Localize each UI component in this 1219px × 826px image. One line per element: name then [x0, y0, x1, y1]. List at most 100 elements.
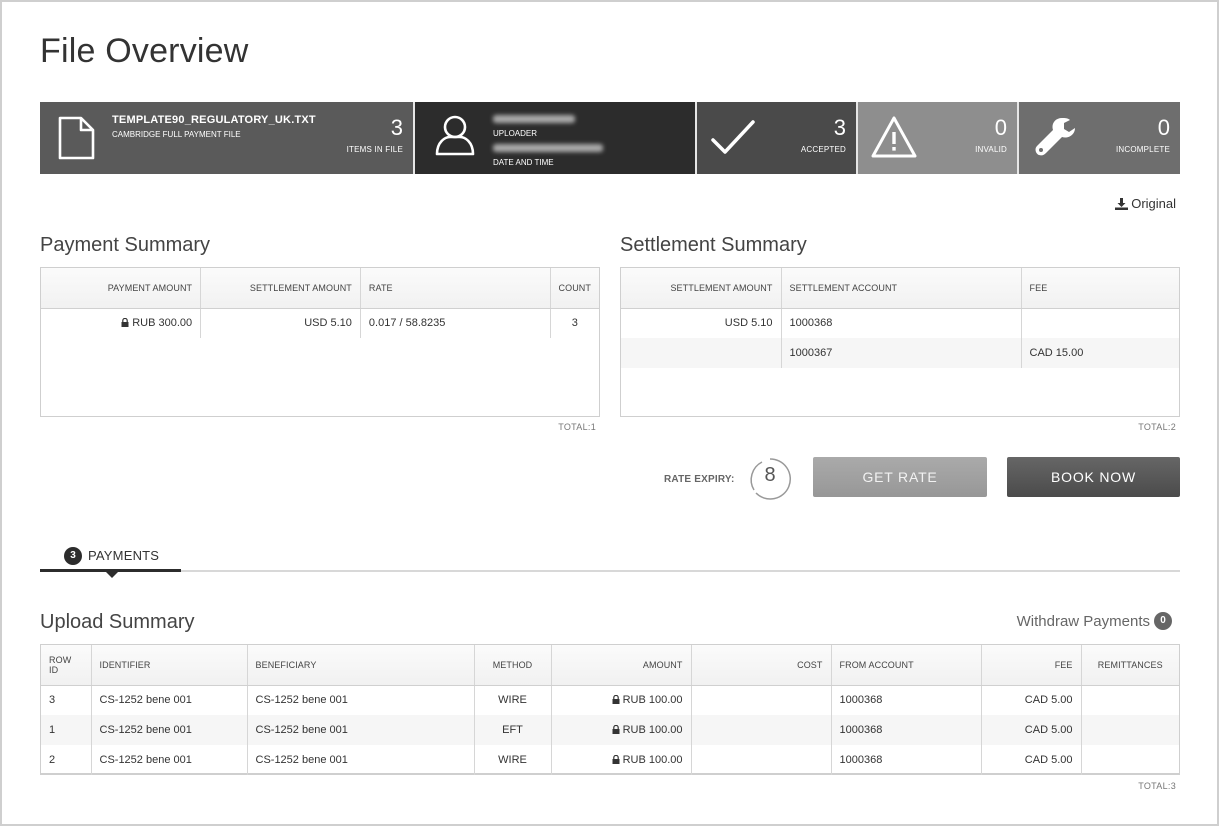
get-rate-button[interactable]: GET RATE [813, 457, 987, 497]
column-header-amount[interactable]: AMOUNT [551, 645, 692, 686]
download-original-link[interactable]: Original [1115, 196, 1176, 211]
page-title: File Overview [40, 32, 249, 70]
column-header-payment-amount[interactable]: PAYMENT AMOUNT [41, 268, 202, 309]
lock-icon [612, 695, 620, 705]
file-subtitle: CAMBRIDGE FULL PAYMENT FILE [112, 130, 241, 139]
column-header-row-id[interactable]: ROW ID [41, 645, 92, 686]
lock-icon [612, 755, 620, 764]
uploader-tile: UPLOADER DATE AND TIME [415, 102, 697, 174]
incomplete-label: INCOMPLETE [1115, 145, 1170, 154]
accepted-count: 3 [833, 115, 846, 140]
fee-cell: CAD 5.00 [981, 715, 1082, 745]
column-header-remittances[interactable]: REMITTANCES [1081, 645, 1179, 686]
column-header-cost[interactable]: COST [691, 645, 832, 686]
items-in-file-label: ITEMS IN FILE [346, 145, 403, 154]
from-account-cell: 1000368 [831, 685, 982, 715]
table-header-row: SETTLEMENT AMOUNT SETTLEMENT ACCOUNT FEE [621, 268, 1179, 309]
column-header-settlement-amount[interactable]: SETTLEMENT AMOUNT [621, 268, 782, 309]
wrench-icon [1035, 118, 1075, 156]
file-stats-bar: TEMPLATE90_REGULATORY_UK.TXT CAMBRIDGE F… [40, 102, 1180, 174]
identifier-cell: CS-1252 bene 001 [91, 715, 248, 745]
column-header-identifier[interactable]: IDENTIFIER [91, 645, 248, 686]
column-header-fee[interactable]: FEE [981, 645, 1082, 686]
table-header-row: PAYMENT AMOUNT SETTLEMENT AMOUNT RATE CO… [41, 268, 599, 309]
fee-cell [1021, 308, 1179, 338]
tab-payments[interactable]: 3 PAYMENTS [40, 542, 181, 572]
method-cell: EFT [474, 715, 552, 745]
lock-icon [121, 318, 129, 328]
from-account-cell: 1000368 [831, 745, 982, 775]
invalid-label: INVALID [975, 145, 1007, 154]
upload-datetime-redacted [493, 144, 603, 152]
count-cell: 3 [571, 317, 578, 330]
book-now-button[interactable]: BOOK NOW [1007, 457, 1180, 497]
settlement-summary-total: TOTAL:2 [1138, 422, 1176, 432]
table-row[interactable]: 3 CS-1252 bene 001 CS-1252 bene 001 WIRE… [41, 685, 1179, 715]
table-row: 1000367 CAD 15.00 [621, 338, 1179, 368]
upload-summary-total: TOTAL:3 [1138, 781, 1176, 791]
column-header-settlement-account[interactable]: SETTLEMENT ACCOUNT [781, 268, 1022, 309]
column-header-beneficiary[interactable]: BENEFICIARY [247, 645, 475, 686]
invalid-count: 0 [994, 115, 1007, 140]
column-header-from-account[interactable]: FROM ACCOUNT [831, 645, 982, 686]
withdraw-payments-button[interactable]: Withdraw Payments 0 [1017, 612, 1172, 630]
incomplete-tile: 0 INCOMPLETE [1019, 102, 1180, 174]
settlement-amount-cell [621, 338, 782, 368]
table-row: USD 5.10 1000368 [621, 308, 1179, 338]
rate-expiry-label: RATE EXPIRY: [664, 474, 735, 485]
uploader-label: UPLOADER [493, 129, 538, 138]
checkmark-icon [711, 120, 755, 154]
amount-cell: RUB 100.00 [551, 685, 692, 715]
remittances-cell [1081, 715, 1179, 745]
row-id-cell: 2 [41, 745, 92, 775]
table-row[interactable]: 1 CS-1252 bene 001 CS-1252 bene 001 EFT … [41, 715, 1179, 745]
from-account-cell: 1000368 [831, 715, 982, 745]
accepted-label: ACCEPTED [800, 145, 846, 154]
incomplete-count: 0 [1157, 115, 1170, 140]
amount-value: RUB 100.00 [622, 724, 683, 736]
column-header-count[interactable]: COUNT [550, 268, 599, 309]
rate-cell: 0.017 / 58.8235 [360, 308, 551, 338]
table-row[interactable]: 2 CS-1252 bene 001 CS-1252 bene 001 WIRE… [41, 745, 1179, 775]
table-row: RUB 300.00 USD 5.10 0.017 / 58.8235 3 [41, 308, 599, 338]
uploader-name-redacted [493, 115, 575, 123]
column-header-method[interactable]: METHOD [474, 645, 552, 686]
payment-summary-table: PAYMENT AMOUNT SETTLEMENT AMOUNT RATE CO… [40, 267, 600, 417]
upload-summary-title: Upload Summary [40, 611, 195, 633]
active-tab-caret-icon [104, 570, 120, 578]
fee-cell: CAD 15.00 [1021, 338, 1179, 368]
column-header-rate[interactable]: RATE [360, 268, 551, 309]
cost-cell [691, 685, 832, 715]
row-id-cell: 1 [41, 715, 92, 745]
beneficiary-cell: CS-1252 bene 001 [247, 685, 475, 715]
tab-bar: 3 PAYMENTS [40, 542, 1180, 578]
settlement-amount-cell: USD 5.10 [200, 308, 361, 338]
amount-cell: RUB 100.00 [551, 715, 692, 745]
page-frame: File Overview TEMPLATE90_REGULATORY_UK.T… [0, 0, 1219, 826]
withdraw-count-badge: 0 [1154, 612, 1172, 630]
column-header-fee[interactable]: FEE [1021, 268, 1179, 309]
amount-cell: RUB 100.00 [551, 745, 692, 775]
remittances-cell [1081, 685, 1179, 715]
method-cell: WIRE [474, 685, 552, 715]
column-header-settlement-amount[interactable]: SETTLEMENT AMOUNT [200, 268, 361, 309]
beneficiary-cell: CS-1252 bene 001 [247, 745, 475, 775]
cost-cell [691, 715, 832, 745]
upload-summary-table: ROW ID IDENTIFIER BENEFICIARY METHOD AMO… [40, 644, 1180, 775]
file-icon [58, 116, 95, 160]
settlement-account-cell: 1000368 [781, 308, 1022, 338]
method-cell: WIRE [474, 745, 552, 775]
beneficiary-cell: CS-1252 bene 001 [247, 715, 475, 745]
payment-amount-value: RUB 300.00 [132, 317, 193, 330]
invalid-tile: 0 INVALID [858, 102, 1019, 174]
items-in-file-count: 3 [390, 115, 403, 140]
accepted-tile: 3 ACCEPTED [697, 102, 858, 174]
user-icon [435, 115, 475, 156]
cost-cell [691, 745, 832, 775]
payment-amount-cell: RUB 300.00 [41, 308, 202, 338]
amount-value: RUB 100.00 [622, 694, 683, 707]
file-name: TEMPLATE90_REGULATORY_UK.TXT [112, 114, 316, 126]
tab-payments-label: PAYMENTS [88, 548, 160, 563]
row-id-cell: 3 [41, 685, 92, 715]
payment-summary-title: Payment Summary [40, 234, 211, 256]
